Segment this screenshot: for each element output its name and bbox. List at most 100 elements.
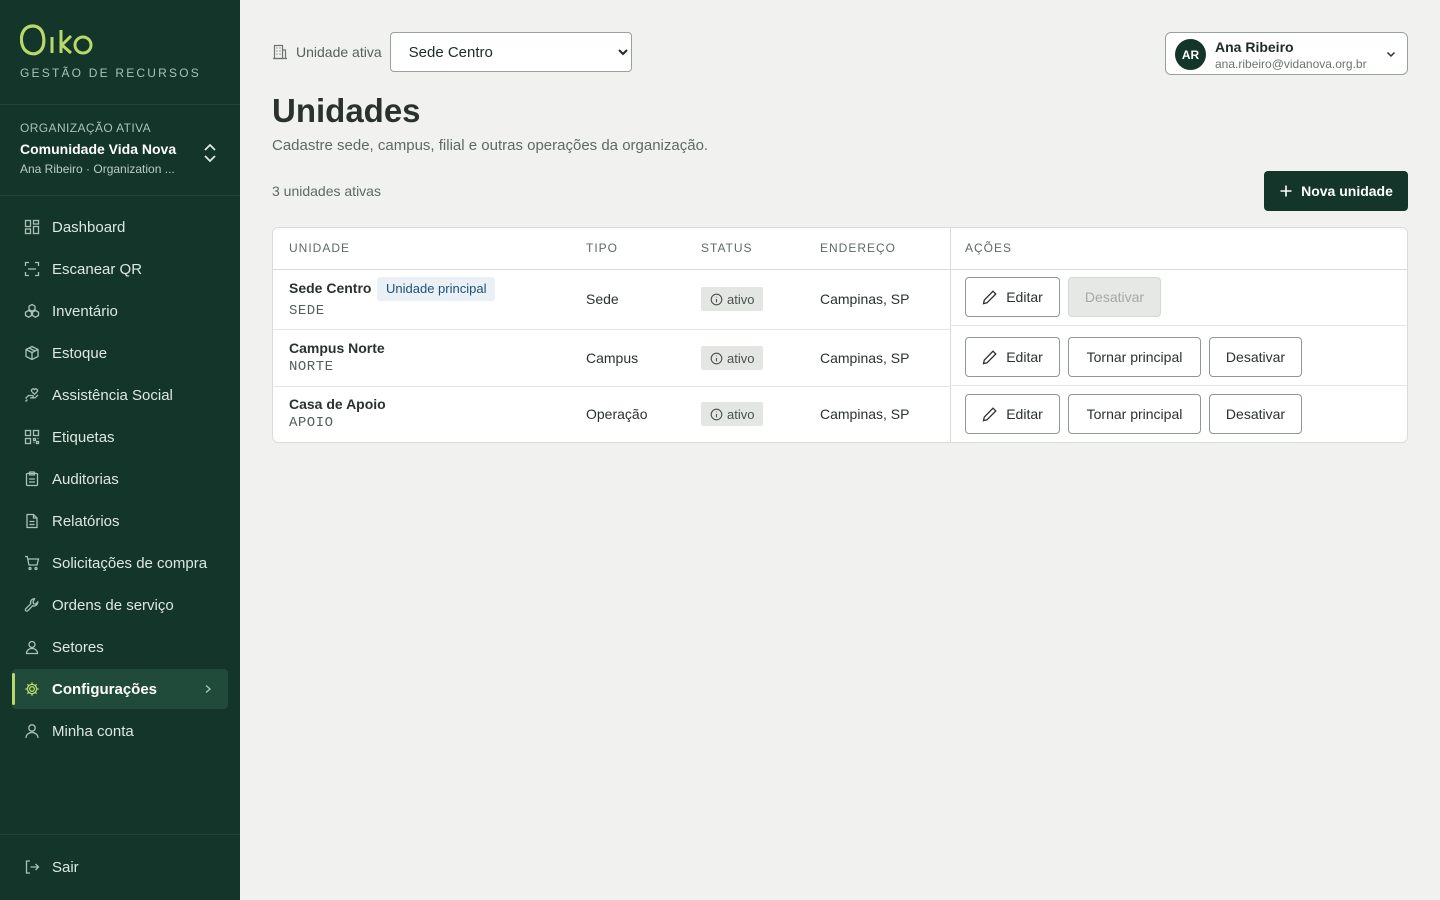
unit-address: Campinas, SP: [820, 406, 910, 422]
building-icon: [273, 44, 287, 60]
page-title: Unidades: [272, 92, 421, 129]
sidebar-item-label: Dashboard: [52, 218, 126, 236]
sidebar-nav: Dashboard Escanear QR Inventário Estoque…: [0, 207, 240, 753]
header-divider: [273, 269, 1407, 270]
oiko-logo: [20, 24, 93, 56]
unit-name: Casa de Apoio: [289, 396, 386, 412]
sidebar-item-label: Solicitações de compra: [52, 554, 208, 572]
active-unit-picker: Unidade ativa Sede Centro: [272, 32, 632, 72]
chevron-right-icon: [205, 684, 212, 694]
status-badge: ativo: [701, 346, 764, 370]
deactivate-button[interactable]: Desativar: [1209, 394, 1302, 434]
user-name: Ana Ribeiro: [1215, 39, 1294, 55]
info-icon: [710, 352, 723, 364]
active-units-count: 3 unidades ativas: [272, 183, 381, 199]
sidebar-item-reports[interactable]: Relatórios: [12, 501, 228, 541]
brand-subtitle: GESTÃO DE RECURSOS: [20, 66, 201, 80]
clipboard-icon: [24, 471, 40, 487]
edit-button[interactable]: Editar: [965, 337, 1060, 377]
user-email: ana.ribeiro@vidanova.org.br: [1215, 57, 1367, 71]
page-description: Cadastre sede, campus, filial e outras o…: [272, 137, 709, 154]
unit-code: SEDE: [289, 303, 325, 319]
sidebar-item-inventory[interactable]: Inventário: [12, 291, 228, 331]
edit-button[interactable]: Editar: [965, 277, 1060, 317]
unit-address: Campinas, SP: [820, 291, 910, 307]
unit-address: Campinas, SP: [820, 350, 910, 366]
wrench-icon: [24, 597, 40, 613]
info-icon: [710, 408, 723, 420]
status-badge: ativo: [701, 287, 764, 311]
sidebar-item-purchase-requests[interactable]: Solicitações de compra: [12, 543, 228, 583]
sidebar-item-sectors[interactable]: Setores: [12, 627, 228, 667]
deactivate-button[interactable]: Desativar: [1209, 337, 1302, 377]
gear-icon: [24, 681, 40, 697]
make-main-button[interactable]: Tornar principal: [1068, 394, 1201, 434]
org-label: ORGANIZAÇÃO ATIVA: [20, 121, 152, 135]
new-unit-label: Nova unidade: [1301, 183, 1393, 199]
sidebar-item-labels[interactable]: Etiquetas: [12, 417, 228, 457]
sidebar-item-scan-qr[interactable]: Escanear QR: [12, 249, 228, 289]
qr-code-icon: [24, 429, 40, 445]
sidebar-item-label: Ordens de serviço: [52, 596, 174, 614]
sidebar-item-label: Setores: [52, 638, 104, 656]
plus-icon: [1280, 185, 1292, 197]
sidebar-item-service-orders[interactable]: Ordens de serviço: [12, 585, 228, 625]
sidebar-item-label: Estoque: [52, 344, 108, 362]
hand-heart-icon: [24, 387, 40, 403]
units-table: UNIDADE TIPO STATUS ENDEREÇO AÇÕES Sede …: [272, 227, 1408, 443]
chevron-down-icon: [1386, 51, 1396, 58]
chevron-up-down-icon[interactable]: [202, 141, 218, 165]
dashboard-icon: [24, 219, 40, 235]
status-text: ativo: [727, 406, 755, 422]
row-divider: [273, 386, 950, 387]
user-menu[interactable]: AR Ana Ribeiro ana.ribeiro@vidanova.org.…: [1165, 32, 1408, 75]
new-unit-button[interactable]: Nova unidade: [1264, 171, 1408, 211]
pencil-icon: [982, 350, 997, 365]
row-divider: [950, 325, 1407, 326]
info-icon: [710, 293, 723, 305]
logout-button[interactable]: Sair: [12, 847, 228, 887]
active-unit-select[interactable]: Sede Centro: [389, 32, 632, 72]
sidebar-item-my-account[interactable]: Minha conta: [12, 711, 228, 751]
unit-code: APOIO: [289, 415, 334, 431]
sidebar-item-settings[interactable]: Configurações: [12, 669, 228, 709]
column-header-type: TIPO: [586, 241, 619, 255]
pencil-icon: [982, 407, 997, 422]
unit-type: Operação: [586, 406, 648, 422]
logout-label: Sair: [52, 858, 79, 876]
sidebar-item-social-assistance[interactable]: Assistência Social: [12, 375, 228, 415]
main-unit-badge: Unidade principal: [377, 277, 496, 301]
deactivate-label: Desativar: [1225, 406, 1286, 422]
sidebar-item-label: Auditorias: [52, 470, 119, 488]
deactivate-label: Desativar: [1084, 289, 1145, 305]
edit-label: Editar: [1006, 289, 1043, 305]
sidebar-item-stock[interactable]: Estoque: [12, 333, 228, 373]
edit-label: Editar: [1006, 349, 1043, 365]
make-main-label: Tornar principal: [1086, 406, 1183, 422]
column-header-unit: UNIDADE: [289, 241, 351, 255]
edit-label: Editar: [1006, 406, 1043, 422]
boxes-icon: [24, 303, 40, 319]
sidebar: GESTÃO DE RECURSOS ORGANIZAÇÃO ATIVA Com…: [0, 0, 240, 900]
status-badge: ativo: [701, 402, 764, 426]
sidebar-item-label: Relatórios: [52, 512, 120, 530]
sidebar-footer: Sair: [0, 834, 240, 900]
sidebar-item-label: Assistência Social: [52, 386, 173, 404]
make-main-label: Tornar principal: [1086, 349, 1183, 365]
edit-button[interactable]: Editar: [965, 394, 1060, 434]
unit-name: Sede Centro: [289, 280, 372, 296]
org-user-line: Ana Ribeiro · Organization ...: [20, 162, 175, 176]
sidebar-item-label: Etiquetas: [52, 428, 115, 446]
sidebar-item-audits[interactable]: Auditorias: [12, 459, 228, 499]
column-header-address: ENDEREÇO: [820, 241, 897, 255]
make-main-button[interactable]: Tornar principal: [1068, 337, 1201, 377]
status-text: ativo: [727, 291, 755, 307]
brand: GESTÃO DE RECURSOS: [0, 0, 240, 105]
unit-code: NORTE: [289, 359, 334, 375]
row-divider: [950, 385, 1407, 386]
package-icon: [24, 345, 40, 361]
org-switcher[interactable]: ORGANIZAÇÃO ATIVA Comunidade Vida Nova A…: [0, 105, 240, 196]
unit-name: Campus Norte: [289, 340, 385, 356]
sidebar-item-dashboard[interactable]: Dashboard: [12, 207, 228, 247]
user-group-icon: [24, 639, 40, 655]
